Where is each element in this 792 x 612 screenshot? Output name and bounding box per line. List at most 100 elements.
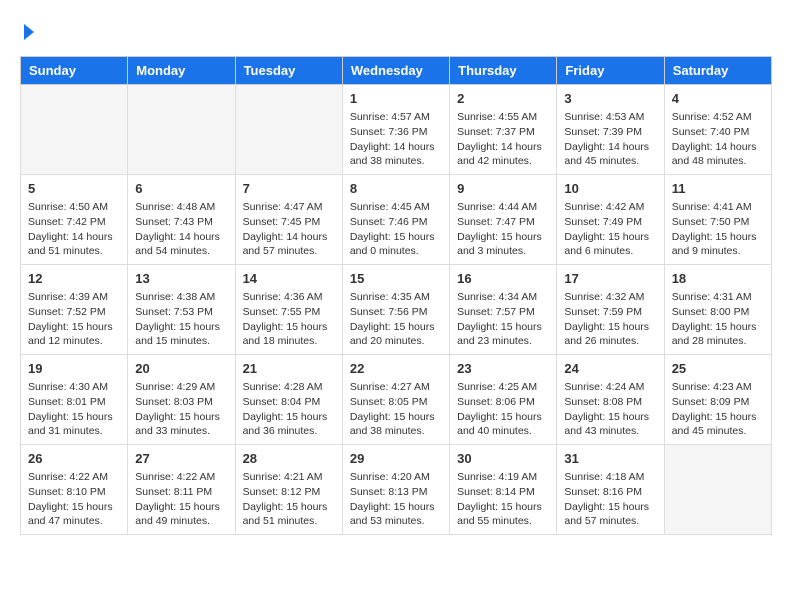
calendar-cell: 12 Sunrise: 4:39 AM Sunset: 7:52 PM Dayli…: [21, 265, 128, 355]
day-number: 13: [135, 270, 227, 288]
day-number: 3: [564, 90, 656, 108]
day-info: Sunrise: 4:48 AM Sunset: 7:43 PM Dayligh…: [135, 200, 227, 259]
calendar-cell: 5Sunrise: 4:50 AM Sunset: 7:42 PM Daylig…: [21, 175, 128, 265]
calendar-week-row: 12 Sunrise: 4:39 AM Sunset: 7:52 PM Dayli…: [21, 265, 772, 355]
calendar-cell: 1 Sunrise: 4:57 AM Sunset: 7:36 PM Daylig…: [342, 85, 449, 175]
day-info: Sunrise: 4:41 AM Sunset: 7:50 PM Dayligh…: [672, 200, 764, 259]
day-info: Sunrise: 4:35 AM Sunset: 7:56 PM Dayligh…: [350, 290, 442, 349]
day-number: 2: [457, 90, 549, 108]
day-number: 18: [672, 270, 764, 288]
day-info: Sunrise: 4:25 AM Sunset: 8:06 PM Dayligh…: [457, 380, 549, 439]
calendar-cell: 6 Sunrise: 4:48 AM Sunset: 7:43 PM Daylig…: [128, 175, 235, 265]
calendar-cell: 20 Sunrise: 4:29 AM Sunset: 8:03 PM Dayli…: [128, 355, 235, 445]
calendar-cell: 25 Sunrise: 4:23 AM Sunset: 8:09 PM Dayli…: [664, 355, 771, 445]
day-number: 10: [564, 180, 656, 198]
logo-arrow-icon: [24, 24, 34, 40]
calendar-week-row: 19 Sunrise: 4:30 AM Sunset: 8:01 PM Dayli…: [21, 355, 772, 445]
day-number: 31: [564, 450, 656, 468]
calendar-week-row: 1 Sunrise: 4:57 AM Sunset: 7:36 PM Daylig…: [21, 85, 772, 175]
calendar-cell: 18 Sunrise: 4:31 AM Sunset: 8:00 PM Dayli…: [664, 265, 771, 355]
calendar-cell: 8Sunrise: 4:45 AM Sunset: 7:46 PM Daylig…: [342, 175, 449, 265]
weekday-header-friday: Friday: [557, 57, 664, 85]
calendar-cell: 13 Sunrise: 4:38 AM Sunset: 7:53 PM Dayli…: [128, 265, 235, 355]
day-info: Sunrise: 4:28 AM Sunset: 8:04 PM Dayligh…: [243, 380, 335, 439]
calendar-cell: 11 Sunrise: 4:41 AM Sunset: 7:50 PM Dayli…: [664, 175, 771, 265]
calendar-cell: [128, 85, 235, 175]
day-info: Sunrise: 4:57 AM Sunset: 7:36 PM Dayligh…: [350, 110, 442, 169]
day-info: Sunrise: 4:30 AM Sunset: 8:01 PM Dayligh…: [28, 380, 120, 439]
calendar-cell: 16Sunrise: 4:34 AM Sunset: 7:57 PM Dayli…: [450, 265, 557, 355]
calendar-cell: 10 Sunrise: 4:42 AM Sunset: 7:49 PM Dayli…: [557, 175, 664, 265]
day-info: Sunrise: 4:52 AM Sunset: 7:40 PM Dayligh…: [672, 110, 764, 169]
calendar-cell: 27Sunrise: 4:22 AM Sunset: 8:11 PM Dayli…: [128, 445, 235, 535]
day-number: 25: [672, 360, 764, 378]
calendar-cell: 17 Sunrise: 4:32 AM Sunset: 7:59 PM Dayli…: [557, 265, 664, 355]
day-number: 20: [135, 360, 227, 378]
day-info: Sunrise: 4:20 AM Sunset: 8:13 PM Dayligh…: [350, 470, 442, 529]
calendar-cell: 31 Sunrise: 4:18 AM Sunset: 8:16 PM Dayli…: [557, 445, 664, 535]
calendar-cell: 28 Sunrise: 4:21 AM Sunset: 8:12 PM Dayli…: [235, 445, 342, 535]
calendar-cell: 2 Sunrise: 4:55 AM Sunset: 7:37 PM Daylig…: [450, 85, 557, 175]
day-number: 26: [28, 450, 120, 468]
day-number: 12: [28, 270, 120, 288]
day-number: 7: [243, 180, 335, 198]
day-info: Sunrise: 4:29 AM Sunset: 8:03 PM Dayligh…: [135, 380, 227, 439]
day-number: 6: [135, 180, 227, 198]
day-info: Sunrise: 4:22 AM Sunset: 8:10 PM Dayligh…: [28, 470, 120, 529]
day-info: Sunrise: 4:53 AM Sunset: 7:39 PM Dayligh…: [564, 110, 656, 169]
weekday-header-wednesday: Wednesday: [342, 57, 449, 85]
day-number: 24: [564, 360, 656, 378]
day-info: Sunrise: 4:31 AM Sunset: 8:00 PM Dayligh…: [672, 290, 764, 349]
day-info: Sunrise: 4:32 AM Sunset: 7:59 PM Dayligh…: [564, 290, 656, 349]
day-info: Sunrise: 4:27 AM Sunset: 8:05 PM Dayligh…: [350, 380, 442, 439]
calendar-week-row: 26 Sunrise: 4:22 AM Sunset: 8:10 PM Dayli…: [21, 445, 772, 535]
calendar-cell: 3 Sunrise: 4:53 AM Sunset: 7:39 PM Daylig…: [557, 85, 664, 175]
day-info: Sunrise: 4:21 AM Sunset: 8:12 PM Dayligh…: [243, 470, 335, 529]
day-info: Sunrise: 4:36 AM Sunset: 7:55 PM Dayligh…: [243, 290, 335, 349]
weekday-header-saturday: Saturday: [664, 57, 771, 85]
day-number: 27: [135, 450, 227, 468]
page-header: [20, 20, 772, 40]
day-info: Sunrise: 4:45 AM Sunset: 7:46 PM Dayligh…: [350, 200, 442, 259]
calendar-cell: 22 Sunrise: 4:27 AM Sunset: 8:05 PM Dayli…: [342, 355, 449, 445]
calendar-cell: [235, 85, 342, 175]
calendar-cell: 30Sunrise: 4:19 AM Sunset: 8:14 PM Dayli…: [450, 445, 557, 535]
day-number: 19: [28, 360, 120, 378]
weekday-header-monday: Monday: [128, 57, 235, 85]
calendar-table: SundayMondayTuesdayWednesdayThursdayFrid…: [20, 56, 772, 535]
day-number: 28: [243, 450, 335, 468]
calendar-cell: 24Sunrise: 4:24 AM Sunset: 8:08 PM Dayli…: [557, 355, 664, 445]
weekday-header-sunday: Sunday: [21, 57, 128, 85]
calendar-cell: 29Sunrise: 4:20 AM Sunset: 8:13 PM Dayli…: [342, 445, 449, 535]
day-number: 22: [350, 360, 442, 378]
day-info: Sunrise: 4:44 AM Sunset: 7:47 PM Dayligh…: [457, 200, 549, 259]
day-info: Sunrise: 4:47 AM Sunset: 7:45 PM Dayligh…: [243, 200, 335, 259]
day-info: Sunrise: 4:39 AM Sunset: 7:52 PM Dayligh…: [28, 290, 120, 349]
calendar-cell: 26 Sunrise: 4:22 AM Sunset: 8:10 PM Dayli…: [21, 445, 128, 535]
day-number: 4: [672, 90, 764, 108]
weekday-header-thursday: Thursday: [450, 57, 557, 85]
day-number: 1: [350, 90, 442, 108]
calendar-cell: 7 Sunrise: 4:47 AM Sunset: 7:45 PM Daylig…: [235, 175, 342, 265]
day-number: 21: [243, 360, 335, 378]
calendar-cell: 21 Sunrise: 4:28 AM Sunset: 8:04 PM Dayli…: [235, 355, 342, 445]
day-number: 11: [672, 180, 764, 198]
day-number: 14: [243, 270, 335, 288]
day-info: Sunrise: 4:42 AM Sunset: 7:49 PM Dayligh…: [564, 200, 656, 259]
calendar-cell: 9 Sunrise: 4:44 AM Sunset: 7:47 PM Daylig…: [450, 175, 557, 265]
day-info: Sunrise: 4:38 AM Sunset: 7:53 PM Dayligh…: [135, 290, 227, 349]
day-number: 9: [457, 180, 549, 198]
logo: [20, 20, 34, 40]
day-info: Sunrise: 4:18 AM Sunset: 8:16 PM Dayligh…: [564, 470, 656, 529]
calendar-cell: 14 Sunrise: 4:36 AM Sunset: 7:55 PM Dayli…: [235, 265, 342, 355]
day-number: 17: [564, 270, 656, 288]
day-number: 23: [457, 360, 549, 378]
day-number: 5: [28, 180, 120, 198]
weekday-header-tuesday: Tuesday: [235, 57, 342, 85]
day-number: 30: [457, 450, 549, 468]
day-info: Sunrise: 4:55 AM Sunset: 7:37 PM Dayligh…: [457, 110, 549, 169]
calendar-cell: 23 Sunrise: 4:25 AM Sunset: 8:06 PM Dayli…: [450, 355, 557, 445]
weekday-header-row: SundayMondayTuesdayWednesdayThursdayFrid…: [21, 57, 772, 85]
day-number: 16: [457, 270, 549, 288]
day-info: Sunrise: 4:23 AM Sunset: 8:09 PM Dayligh…: [672, 380, 764, 439]
